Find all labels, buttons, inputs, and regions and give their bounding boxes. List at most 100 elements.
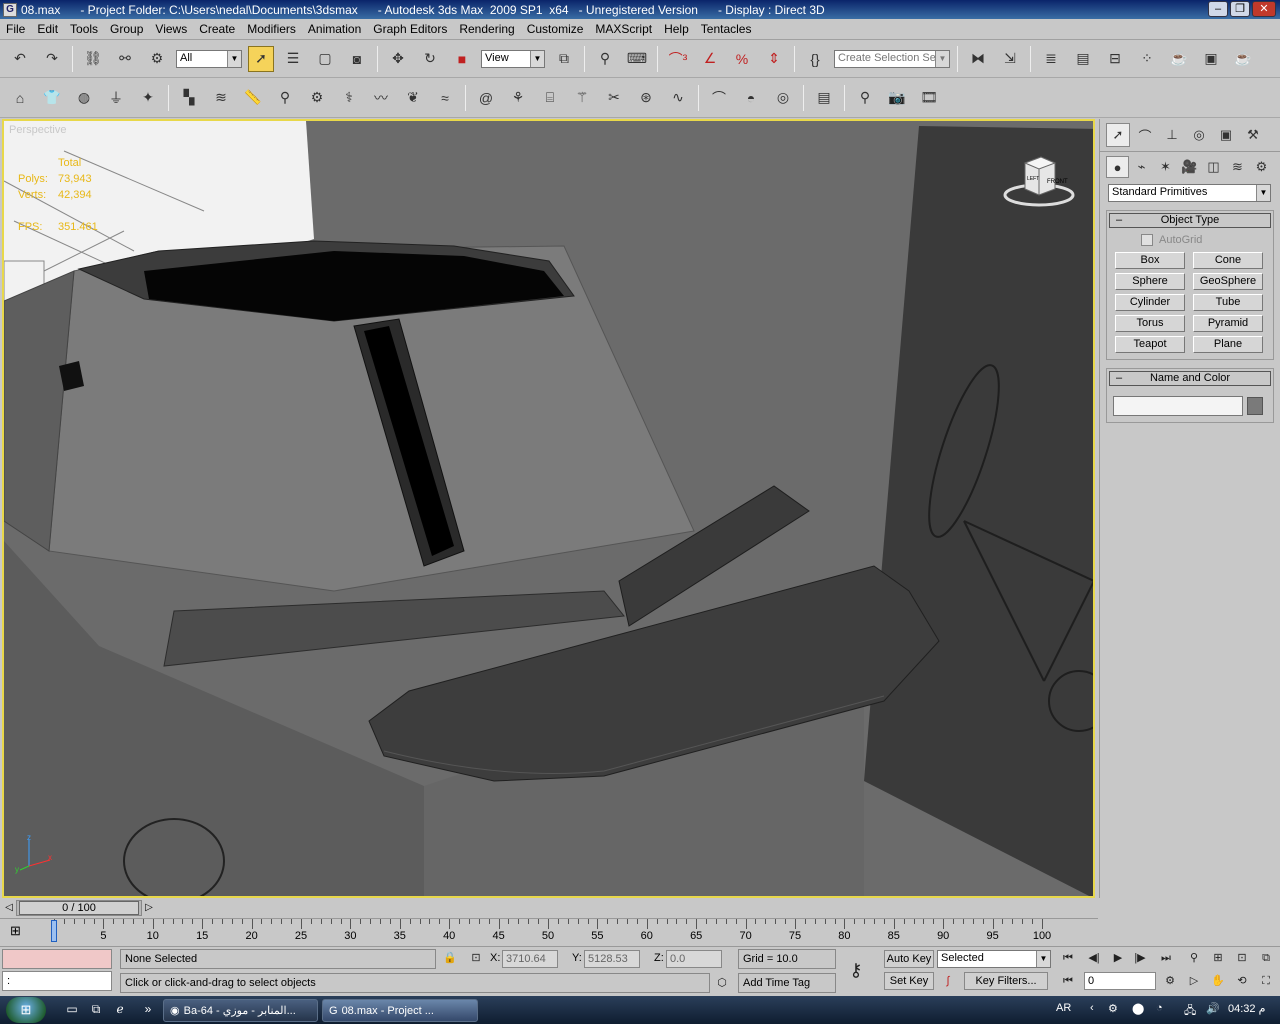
bind-to-space-warp-icon[interactable]: ⚙ xyxy=(144,46,170,72)
volume-icon[interactable]: 🔊 xyxy=(1206,1002,1220,1015)
pivot-center-icon[interactable]: ⧉ xyxy=(551,46,577,72)
menu-help[interactable]: Help xyxy=(658,19,695,40)
wave-icon[interactable]: ≈ xyxy=(432,85,458,111)
motion-tab-icon[interactable]: ◎ xyxy=(1187,123,1211,147)
tray-expand-icon[interactable]: ‹ xyxy=(1090,1002,1094,1014)
menu-tools[interactable]: Tools xyxy=(64,19,104,40)
quick-render-icon[interactable]: ☕ xyxy=(1230,46,1256,72)
menu-views[interactable]: Views xyxy=(149,19,193,40)
x-coord-field[interactable]: 3710.64 xyxy=(502,950,558,968)
tray-status-icon[interactable]: ◔ xyxy=(1156,1002,1163,1014)
gear-icon[interactable]: ⚙ xyxy=(304,85,330,111)
language-indicator[interactable]: AR xyxy=(1056,1002,1071,1014)
spinner-snap-icon[interactable]: ⇕ xyxy=(761,46,787,72)
render-setup-icon[interactable]: ☕ xyxy=(1166,46,1192,72)
feather-icon[interactable]: ❦ xyxy=(400,85,426,111)
create-tab-icon[interactable]: ➚ xyxy=(1106,123,1130,147)
zoom-extents-icon[interactable]: ⊡ xyxy=(1232,949,1252,967)
menu-file[interactable]: File xyxy=(0,19,31,40)
object-color-swatch[interactable] xyxy=(1247,397,1263,415)
select-manipulate-icon[interactable]: ⚲ xyxy=(592,46,618,72)
switch-windows-icon[interactable]: ⧉ xyxy=(88,1002,104,1018)
lock-selection-icon[interactable]: 🔒 xyxy=(440,949,460,967)
zoom-extents-all-icon[interactable]: ⧉ xyxy=(1256,949,1276,967)
internet-explorer-icon[interactable]: ℯ xyxy=(112,1002,128,1018)
autogrid-checkbox[interactable] xyxy=(1141,234,1153,246)
redo-icon[interactable]: ↷ xyxy=(39,46,65,72)
ruler-icon[interactable]: 📏 xyxy=(240,85,266,111)
field-of-view-icon[interactable]: ▷ xyxy=(1184,972,1204,990)
next-frame-arrow-icon[interactable]: ▷ xyxy=(142,900,156,916)
menu-modifiers[interactable]: Modifiers xyxy=(241,19,302,40)
sphere-button[interactable]: Sphere xyxy=(1115,273,1185,290)
minimize-button[interactable]: ‒ xyxy=(1208,1,1228,17)
menu-rendering[interactable]: Rendering xyxy=(453,19,520,40)
spiral-icon[interactable]: @ xyxy=(473,85,499,111)
curve-editor-mini-icon[interactable]: ⊞ xyxy=(10,923,32,941)
menu-maxscript[interactable]: MAXScript xyxy=(589,19,658,40)
menu-edit[interactable]: Edit xyxy=(31,19,64,40)
schematic-view-icon[interactable]: ⊟ xyxy=(1102,46,1128,72)
viewport-label[interactable]: Perspective xyxy=(9,124,66,136)
helmet-icon[interactable]: ◓ xyxy=(738,85,764,111)
modify-tab-icon[interactable]: ⌒ xyxy=(1133,123,1157,147)
object-name-field[interactable] xyxy=(1113,396,1243,416)
torus-button[interactable]: Torus xyxy=(1115,315,1185,332)
previous-frame-arrow-icon[interactable]: ◁ xyxy=(2,900,16,916)
menu-create[interactable]: Create xyxy=(193,19,241,40)
maxscript-input[interactable]: : xyxy=(2,971,112,991)
task-3dsmax[interactable]: G 08.max - Project ... xyxy=(322,999,478,1022)
rendered-frame-window-icon[interactable]: ▣ xyxy=(1198,46,1224,72)
shirt-icon[interactable]: 👕 xyxy=(39,85,65,111)
set-key-icon[interactable]: ⚷ xyxy=(846,961,866,979)
close-button[interactable]: ✕ xyxy=(1252,1,1276,17)
building-icon[interactable]: ⌂ xyxy=(7,85,33,111)
app-icon[interactable]: G xyxy=(3,2,17,17)
hose-icon[interactable]: ∿ xyxy=(665,85,691,111)
wheel-icon[interactable]: ⊛ xyxy=(633,85,659,111)
key-mode-dropdown[interactable]: Selected ▼ xyxy=(937,950,1051,968)
bird-icon[interactable]: 〰 xyxy=(368,85,394,111)
next-frame-icon[interactable]: |▶ xyxy=(1130,949,1150,967)
scale-icon[interactable]: ■ xyxy=(449,46,475,72)
scissors-icon[interactable]: ✂ xyxy=(601,85,627,111)
lights-icon[interactable]: ✶ xyxy=(1154,156,1177,178)
tree-icon[interactable]: ⚘ xyxy=(505,85,531,111)
pyramid-button[interactable]: Pyramid xyxy=(1193,315,1263,332)
time-slider-thumb[interactable]: 0 / 100 xyxy=(19,901,139,915)
go-to-end-icon[interactable]: ⏭ xyxy=(1156,949,1176,967)
systems-icon[interactable]: ⚙ xyxy=(1250,156,1273,178)
y-coord-field[interactable]: 5128.53 xyxy=(584,950,640,968)
stack-icon[interactable]: ≋ xyxy=(208,85,234,111)
window-crossing-icon[interactable]: ◙ xyxy=(344,46,370,72)
start-button[interactable]: ⊞ xyxy=(6,997,46,1023)
cylinder-button[interactable]: Cylinder xyxy=(1115,294,1185,311)
menu-tentacles[interactable]: Tentacles xyxy=(695,19,758,40)
hierarchy-tab-icon[interactable]: ⊥ xyxy=(1160,123,1184,147)
helpers-icon[interactable]: ◫ xyxy=(1202,156,1225,178)
layer-manager-icon[interactable]: ≣ xyxy=(1038,46,1064,72)
key-filters-button[interactable]: Key Filters... xyxy=(964,972,1048,990)
track-bar[interactable]: ⊞ 05101520253035404550556065707580859095… xyxy=(0,918,1098,946)
pan-icon[interactable]: ✋ xyxy=(1208,972,1228,990)
ground-icon[interactable]: ⏚ xyxy=(103,85,129,111)
plant-icon[interactable]: ⚚ xyxy=(569,85,595,111)
snaps-toggle-icon[interactable]: ⌒³ xyxy=(665,46,691,72)
box-button[interactable]: Box xyxy=(1115,252,1185,269)
time-configuration-icon[interactable]: ⚙ xyxy=(1160,972,1180,990)
camera-icon[interactable]: 📷 xyxy=(884,85,910,111)
zoom-extents-icon[interactable]: ⚲ xyxy=(852,85,878,111)
material-editor-icon[interactable]: ⁘ xyxy=(1134,46,1160,72)
menu-group[interactable]: Group xyxy=(104,19,149,40)
move-icon[interactable]: ✥ xyxy=(385,46,411,72)
object-category-dropdown[interactable]: Standard Primitives ▼ xyxy=(1108,184,1271,202)
menu-customize[interactable]: Customize xyxy=(521,19,590,40)
go-to-start-icon[interactable]: ⏮ xyxy=(1058,949,1078,967)
quick-launch-overflow-icon[interactable]: » xyxy=(140,1002,156,1018)
curve-editor-icon[interactable]: ▤ xyxy=(1070,46,1096,72)
orbit-icon[interactable]: ⟲ xyxy=(1232,972,1252,990)
select-object-icon[interactable]: ➚ xyxy=(248,45,274,72)
cameras-icon[interactable]: 🎥 xyxy=(1178,156,1201,178)
perspective-viewport[interactable]: Perspective Total Polys: 73,943 Verts: 42,… xyxy=(2,119,1095,898)
undo-icon[interactable]: ↶ xyxy=(7,46,33,72)
